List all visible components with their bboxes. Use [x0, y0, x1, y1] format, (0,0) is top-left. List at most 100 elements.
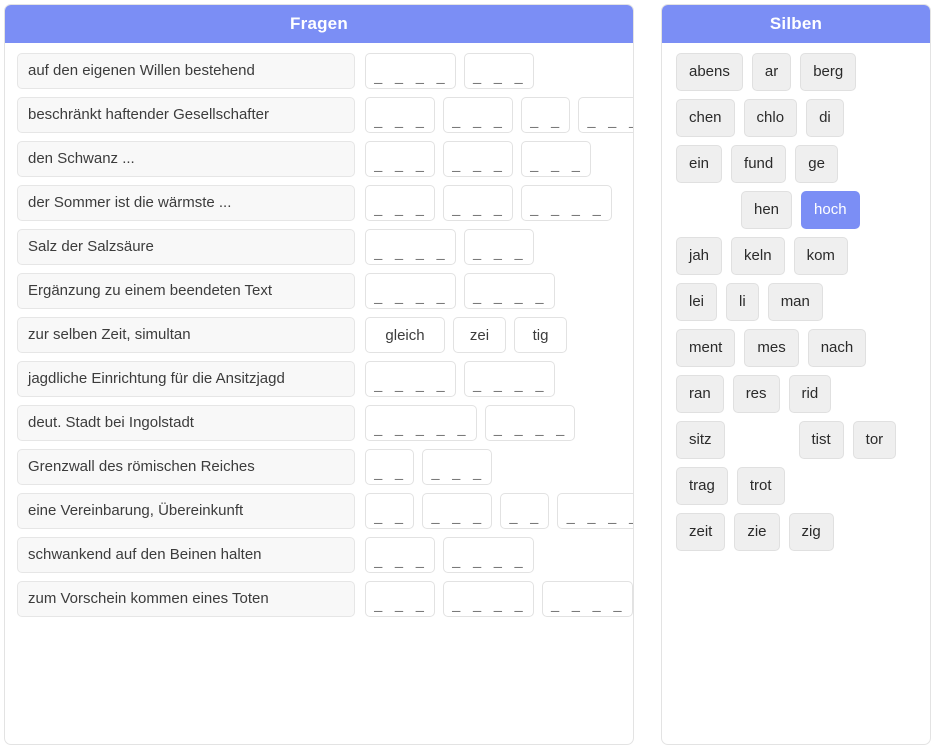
syllable-tile[interactable]: ge	[795, 145, 838, 183]
answer-slot-empty[interactable]: _ _ _	[443, 185, 514, 221]
question-row: der Sommer ist die wärmste ... _ _ _ _ _ _…	[17, 185, 623, 221]
answer-slot-empty[interactable]: _ _ _	[365, 185, 436, 221]
syllable-tile[interactable]: ein	[676, 145, 723, 183]
syllable-tile[interactable]: hen	[741, 191, 793, 229]
answer-slot-empty[interactable]: _ _	[365, 449, 415, 485]
syllable-tile-placeholder	[734, 421, 790, 459]
blank-letters: _ _	[374, 467, 406, 483]
answer-slot-empty[interactable]: _ _ _ _	[365, 361, 456, 397]
answer-slot-empty[interactable]: _ _	[500, 493, 550, 529]
syllable-tile[interactable]: keln	[731, 237, 785, 275]
question-row: auf den eigenen Willen bestehend _ _ _ _ _…	[17, 53, 623, 89]
answer-slot-empty[interactable]: _ _ _	[521, 141, 592, 177]
blank-letters: _ _ _	[452, 203, 505, 219]
question-clue: den Schwanz ...	[17, 141, 355, 177]
blank-letters: _ _ _	[374, 159, 427, 175]
syllable-tile[interactable]: res	[732, 375, 780, 413]
syllable-tile[interactable]: ar	[751, 53, 792, 91]
syllable-tile[interactable]: kom	[793, 237, 848, 275]
syllables-panel: Silben abens ar berg chen chlo di ein fund ge hen…	[661, 4, 931, 745]
answer-slot-group: _ _ _ _ _ _ _ _ _ _ _	[365, 581, 633, 617]
answer-slot-group: _ _ _ _ _ _ _	[365, 229, 542, 265]
answer-slot-empty[interactable]: _ _ _	[463, 53, 534, 89]
question-clue: Salz der Salzsäure	[17, 229, 355, 265]
answer-slot-empty[interactable]: _ _ _	[365, 581, 436, 617]
answer-slot-empty[interactable]: _ _ _ _	[443, 537, 534, 573]
syllable-tile[interactable]: tor	[852, 421, 897, 459]
question-row: zur selben Zeit, simultan gleich zei tig	[17, 317, 623, 353]
syllable-tile[interactable]: di	[806, 99, 844, 137]
syllable-tile[interactable]: zig	[788, 513, 834, 551]
blank-letters: _ _ _	[431, 467, 484, 483]
answer-slot-empty[interactable]: _ _	[365, 493, 415, 529]
answer-slot-empty[interactable]: _ _ _ _	[463, 361, 555, 397]
answer-slot-filled[interactable]: zei	[453, 317, 506, 353]
blank-letters: _ _ _ _	[374, 71, 447, 87]
answer-slot-empty[interactable]: _ _ _	[365, 141, 436, 177]
answer-slot-empty[interactable]: _ _ _ _	[365, 273, 456, 309]
syllable-tile[interactable]: mes	[744, 329, 799, 367]
blank-letters: _ _ _ _	[374, 379, 447, 395]
answer-slot-group: _ _ _ _ _ _ _ _ _ _ _	[365, 493, 633, 529]
syllable-row: zeit zie zig	[674, 513, 920, 551]
syllable-tile[interactable]: zie	[734, 513, 780, 551]
answer-slot-empty[interactable]: _ _ _ _ _	[365, 405, 477, 441]
syllable-tile[interactable]: jah	[676, 237, 723, 275]
answer-slot-empty[interactable]: _ _ _ _	[521, 185, 612, 221]
blank-letters: _ _ _	[374, 203, 427, 219]
blank-letters: _ _ _ _	[550, 599, 624, 615]
answer-slot-empty[interactable]: _ _ _ _	[443, 581, 534, 617]
syllable-tile[interactable]: ran	[676, 375, 724, 413]
syllable-tile[interactable]: zeit	[676, 513, 726, 551]
answer-slot-empty[interactable]: _ _ _	[365, 97, 436, 133]
blank-letters: _ _ _ _	[374, 291, 447, 307]
blank-letters: _ _ _	[472, 247, 525, 263]
syllable-tile[interactable]: rid	[788, 375, 832, 413]
blank-letters: _ _ _ _	[374, 247, 447, 263]
answer-slot-empty[interactable]: _ _ _ _	[557, 493, 633, 529]
syllable-tile[interactable]: fund	[731, 145, 787, 183]
syllable-tile[interactable]: nach	[807, 329, 867, 367]
question-clue: beschränkt haftender Gesellschafter	[17, 97, 355, 133]
answer-slot-empty[interactable]: _ _ _ _	[541, 581, 633, 617]
syllable-tile[interactable]: li	[726, 283, 759, 321]
answer-slot-empty[interactable]: _ _ _ _	[365, 53, 456, 89]
syllable-tile[interactable]: chlo	[743, 99, 798, 137]
syllable-tile[interactable]: abens	[676, 53, 743, 91]
syllable-tile[interactable]: lei	[676, 283, 718, 321]
question-row: Ergänzung zu einem beendeten Text _ _ _ _…	[17, 273, 623, 309]
syllable-tile[interactable]: berg	[800, 53, 857, 91]
question-row: den Schwanz ... _ _ _ _ _ _ _ _ _	[17, 141, 623, 177]
question-row: jagdliche Einrichtung für die Ansitzjagd…	[17, 361, 623, 397]
answer-slot-filled[interactable]: tig	[514, 317, 567, 353]
answer-slot-empty[interactable]: _ _ _ _	[484, 405, 576, 441]
answer-slot-empty[interactable]: _ _ _ _	[578, 97, 633, 133]
syllable-tile[interactable]: ment	[676, 329, 736, 367]
syllable-tile[interactable]: trag	[676, 467, 728, 505]
answer-slot-empty[interactable]: _ _ _ _	[365, 229, 456, 265]
answer-slot-group: gleich zei tig	[365, 317, 575, 353]
syllable-tile[interactable]: chen	[676, 99, 735, 137]
syllable-row: ran res rid	[674, 375, 920, 413]
syllable-tile-selected[interactable]: hoch	[801, 191, 860, 229]
question-clue: zur selben Zeit, simultan	[17, 317, 355, 353]
blank-letters: _ _ _	[374, 555, 427, 571]
answer-slot-group: _ _ _ _ _ _ _	[365, 537, 542, 573]
answer-slot-empty[interactable]: _ _ _	[365, 537, 436, 573]
blank-letters: _ _ _	[472, 71, 525, 87]
syllable-tile[interactable]: sitz	[676, 421, 725, 459]
answer-slot-empty[interactable]: _ _ _	[443, 141, 514, 177]
answer-slot-empty[interactable]: _ _ _	[463, 229, 534, 265]
answer-slot-empty[interactable]: _ _ _	[443, 97, 514, 133]
answer-slot-group: _ _ _ _ _ _ _ _ _	[365, 405, 583, 441]
syllable-tile[interactable]: man	[767, 283, 823, 321]
answer-slot-empty[interactable]: _ _ _	[422, 493, 493, 529]
blank-letters: _ _ _	[452, 159, 505, 175]
syllable-tile[interactable]: trot	[736, 467, 785, 505]
syllable-tile[interactable]: tist	[798, 421, 844, 459]
answer-slot-empty[interactable]: _ _ _	[422, 449, 493, 485]
answer-slot-filled[interactable]: gleich	[365, 317, 445, 353]
answer-slot-empty[interactable]: _ _	[521, 97, 571, 133]
blank-letters: _ _ _	[452, 115, 505, 131]
answer-slot-empty[interactable]: _ _ _ _	[463, 273, 555, 309]
